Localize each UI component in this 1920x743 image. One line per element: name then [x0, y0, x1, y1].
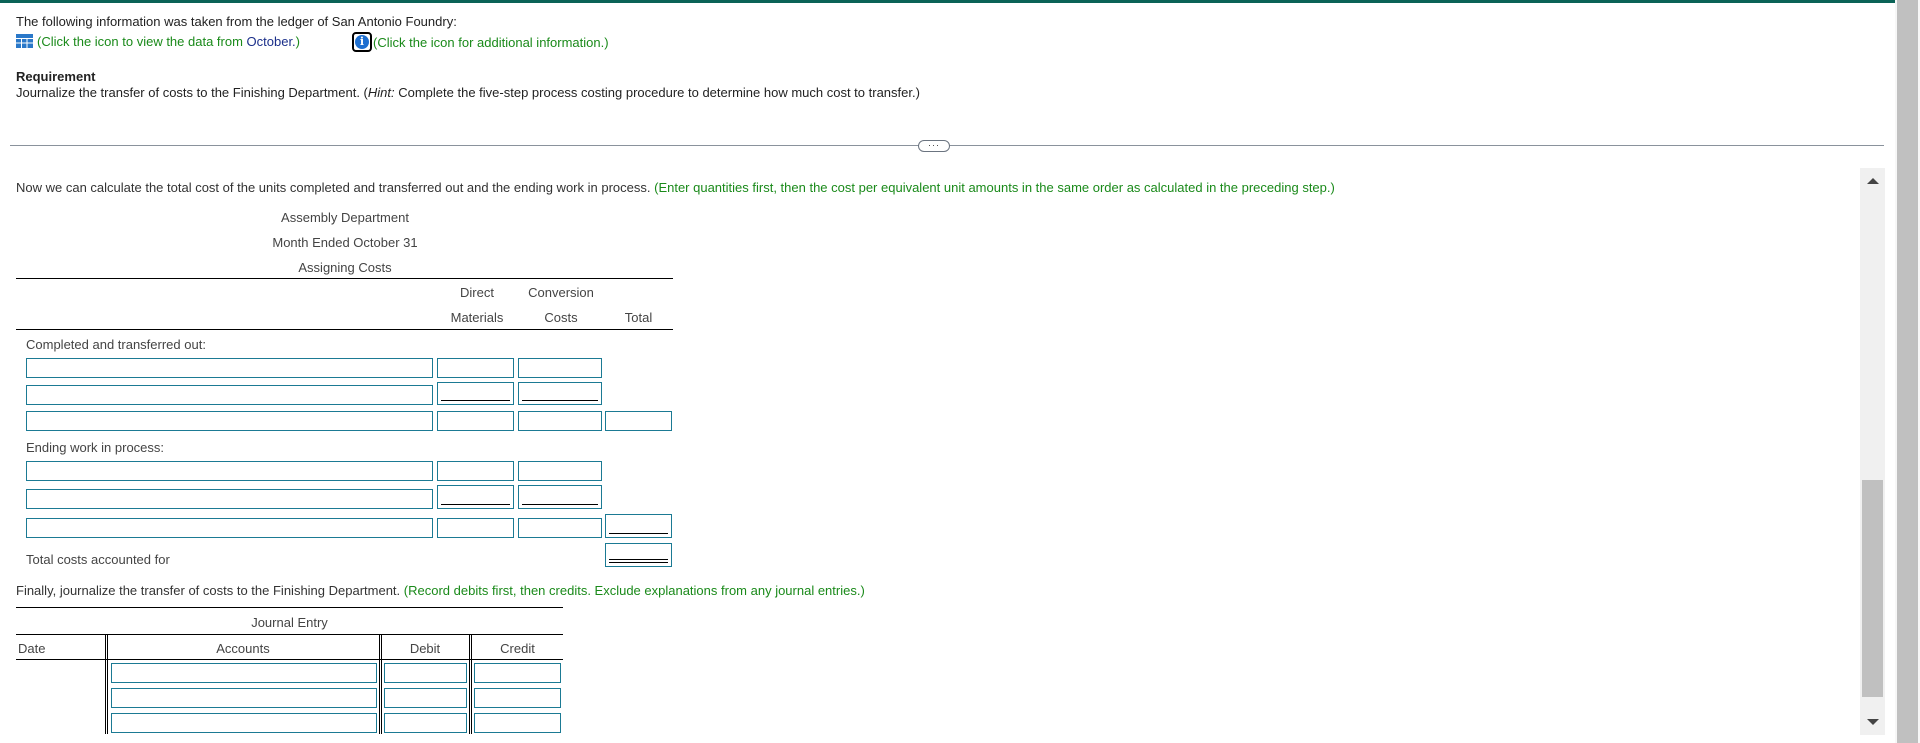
journal-account-input-3[interactable]	[111, 713, 377, 733]
hint-label: Hint:	[367, 85, 395, 100]
top-accent-bar	[0, 0, 1896, 3]
ending-desc-input-3[interactable]	[26, 518, 433, 538]
journal-title-rule	[16, 634, 563, 635]
completed-cc-input-2[interactable]	[518, 382, 602, 405]
ending-dm-input-1[interactable]	[437, 461, 514, 481]
journal-instruction: (Record debits first, then credits. Excl…	[403, 583, 865, 598]
journal-text: Finally, journalize the transfer of cost…	[16, 583, 865, 598]
ending-cc-input-1[interactable]	[518, 461, 602, 481]
single-underline	[441, 504, 510, 505]
step-text: Now we can calculate the total cost of t…	[16, 180, 1335, 195]
step-text-main: Now we can calculate the total cost of t…	[16, 180, 651, 195]
ending-dm-input-3[interactable]	[437, 518, 514, 538]
single-underline	[441, 400, 510, 401]
requirement-text-prefix: Journalize the transfer of costs to the …	[16, 85, 368, 100]
completed-dm-input-2[interactable]	[437, 382, 514, 405]
journal-text-main: Finally, journalize the transfer of cost…	[16, 583, 401, 598]
journal-debit-input-2[interactable]	[384, 688, 467, 708]
journal-credit-input-1[interactable]	[474, 663, 561, 683]
journal-debit-input-3[interactable]	[384, 713, 467, 733]
ending-desc-input-1[interactable]	[26, 461, 433, 481]
ending-total-input[interactable]	[605, 514, 672, 538]
header-bottom-rule	[16, 329, 673, 330]
col-total: Total	[624, 310, 653, 325]
page-scrollbar[interactable]	[1895, 0, 1920, 743]
journal-account-input-2[interactable]	[111, 688, 377, 708]
journal-credit-input-3[interactable]	[474, 713, 561, 733]
table-top-rule	[16, 278, 673, 279]
journal-col-accounts: Accounts	[216, 641, 270, 656]
journal-title: Journal Entry	[251, 615, 328, 630]
journal-col-credit: Credit	[500, 641, 535, 656]
report-period-title: Month Ended October 31	[272, 235, 418, 250]
requirement-text-suffix: Complete the five-step process costing p…	[394, 85, 920, 100]
info-icon[interactable]: i	[352, 32, 372, 52]
col-dm-line2: Materials	[450, 310, 504, 325]
single-underline	[609, 533, 668, 534]
ending-dm-input-2[interactable]	[437, 485, 514, 509]
ending-cc-input-2[interactable]	[518, 485, 602, 509]
section-label-ending-wip: Ending work in process:	[26, 440, 165, 455]
journal-col-separator	[379, 634, 382, 734]
data-link[interactable]: (Click the icon to view the data from Oc…	[16, 34, 300, 49]
data-link-suffix[interactable]: )	[296, 34, 300, 49]
completed-desc-input-1[interactable]	[26, 358, 433, 378]
journal-credit-input-2[interactable]	[474, 688, 561, 708]
journal-col-separator	[469, 634, 472, 734]
report-dept-title: Assembly Department	[281, 210, 409, 225]
report-name-title: Assigning Costs	[298, 260, 392, 275]
journal-account-input-1[interactable]	[111, 663, 377, 683]
total-costs-label: Total costs accounted for	[26, 552, 170, 567]
col-cc-line2: Costs	[544, 310, 578, 325]
col-cc-line1: Conversion	[528, 285, 594, 300]
completed-dm-input-3[interactable]	[437, 411, 514, 431]
requirement-text: Journalize the transfer of costs to the …	[16, 85, 920, 100]
info-link[interactable]: i (Click the icon for additional informat…	[352, 32, 609, 52]
completed-dm-input-1[interactable]	[437, 358, 514, 378]
double-underline-top	[609, 559, 668, 560]
journal-col-debit: Debit	[409, 641, 441, 656]
step-instruction: (Enter quantities first, then the cost p…	[654, 180, 1335, 195]
completed-desc-input-2[interactable]	[26, 385, 433, 405]
intro-text: The following information was taken from…	[16, 14, 457, 29]
col-dm-line1: Direct	[460, 285, 494, 300]
inner-scrollbar-thumb[interactable]	[1862, 480, 1883, 697]
single-underline	[522, 504, 598, 505]
completed-cc-input-3[interactable]	[518, 411, 602, 431]
ending-cc-input-3[interactable]	[518, 518, 602, 538]
scroll-down-arrow-icon[interactable]	[1867, 719, 1879, 725]
data-link-prefix[interactable]: (Click the icon to view the data from	[37, 34, 247, 49]
total-costs-input[interactable]	[605, 543, 672, 567]
single-underline	[522, 400, 598, 401]
page-scrollbar-thumb[interactable]	[1897, 0, 1918, 743]
scroll-up-arrow-icon[interactable]	[1867, 178, 1879, 184]
completed-cc-input-1[interactable]	[518, 358, 602, 378]
table-grid-icon[interactable]	[16, 34, 33, 48]
info-link-label[interactable]: (Click the icon for additional informati…	[373, 35, 609, 50]
journal-col-separator	[105, 634, 108, 734]
journal-header-rule	[16, 659, 563, 660]
completed-desc-input-3[interactable]	[26, 411, 433, 431]
section-label-completed: Completed and transferred out:	[26, 337, 206, 352]
ending-desc-input-2[interactable]	[26, 489, 433, 509]
completed-total-input[interactable]	[605, 411, 672, 431]
journal-top-rule	[16, 607, 563, 608]
requirement-heading: Requirement	[16, 69, 96, 84]
double-underline-bottom	[609, 562, 668, 563]
journal-col-date: Date	[18, 641, 46, 656]
expand-toggle-button[interactable]: ···	[918, 140, 950, 152]
journal-debit-input-1[interactable]	[384, 663, 467, 683]
inner-scrollbar[interactable]	[1860, 168, 1885, 735]
data-link-month[interactable]: October.	[247, 34, 296, 49]
